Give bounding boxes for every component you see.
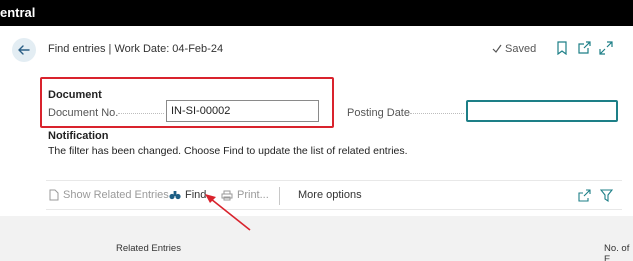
top-app-bar: entral	[0, 0, 633, 26]
posting-date-label: Posting Date	[347, 107, 410, 119]
notification-title: Notification	[48, 130, 109, 142]
saved-status: Saved	[492, 43, 536, 55]
more-options-button[interactable]: More options	[298, 189, 362, 201]
page-title: Find entries | Work Date: 04-Feb-24	[48, 43, 224, 55]
expand-icon[interactable]	[599, 41, 613, 55]
saved-label: Saved	[505, 43, 537, 55]
print-button[interactable]: Print...	[221, 189, 269, 201]
open-in-new-window-icon[interactable]	[577, 41, 591, 55]
show-related-entries-label: Show Related Entries	[63, 189, 169, 201]
back-arrow-icon	[18, 45, 30, 55]
related-entries-list: Related Entries No. of E	[0, 216, 633, 261]
document-icon	[49, 189, 59, 201]
share-icon[interactable]	[578, 189, 591, 202]
column-header-related-entries[interactable]: Related Entries	[116, 243, 181, 254]
page-header: Find entries | Work Date: 04-Feb-24 Save…	[0, 26, 633, 72]
printer-icon	[221, 190, 233, 200]
app-title: entral	[0, 5, 36, 20]
print-label: Print...	[237, 189, 269, 201]
show-related-entries-button[interactable]: Show Related Entries	[49, 189, 169, 201]
action-bar: Show Related Entries Find Print... More …	[46, 180, 622, 210]
highlight-annotation-box	[40, 77, 334, 128]
binoculars-icon	[169, 191, 181, 200]
action-separator	[279, 187, 280, 205]
posting-date-input[interactable]	[466, 100, 618, 122]
column-header-no-of-entries[interactable]: No. of E	[604, 243, 633, 261]
find-label: Find	[185, 189, 207, 201]
filter-icon[interactable]	[600, 189, 613, 202]
more-options-label: More options	[298, 189, 362, 201]
field-dots	[410, 113, 464, 114]
checkmark-icon	[492, 44, 502, 53]
back-button[interactable]	[12, 38, 36, 62]
notification-text: The filter has been changed. Choose Find…	[48, 145, 408, 157]
bookmark-icon[interactable]	[555, 41, 569, 55]
find-button[interactable]: Find	[169, 189, 206, 201]
